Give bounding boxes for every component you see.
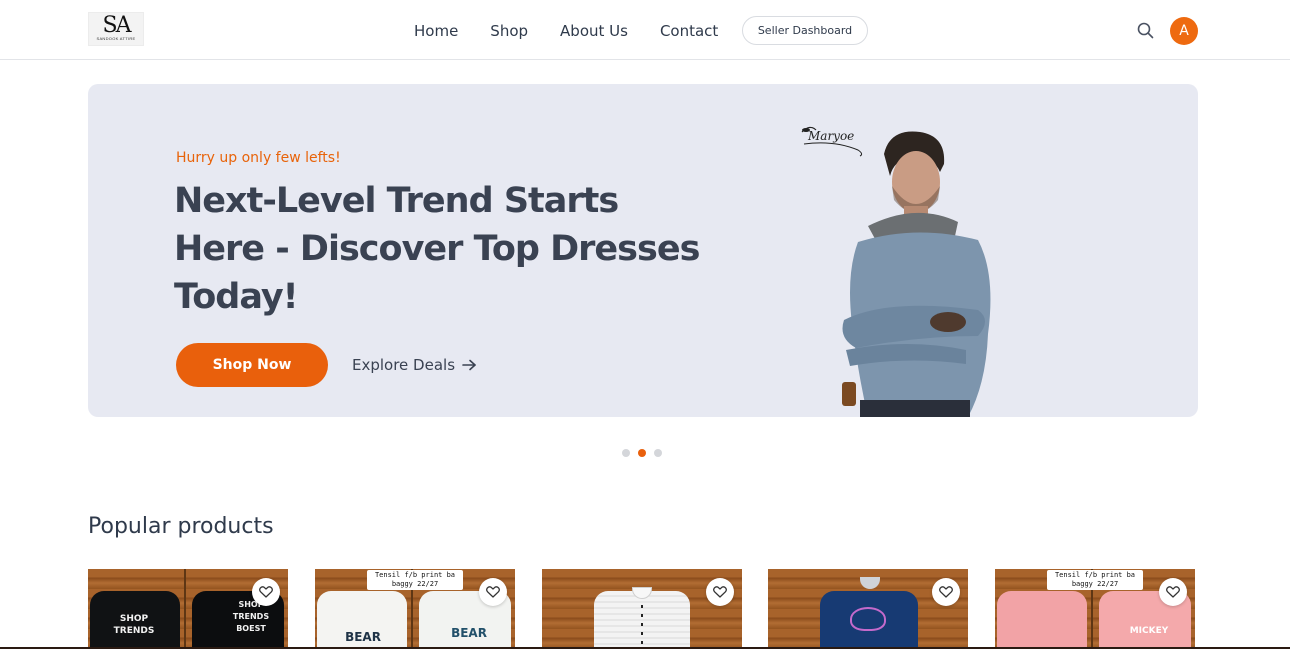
hero-tagline: Hurry up only few lefts! (176, 150, 341, 166)
site-header: SA SANDOOK ATTIRE Home Shop About Us Con… (0, 0, 1290, 60)
heart-icon (939, 586, 953, 598)
hero-title: Next-Level Trend Starts Here - Discover … (174, 181, 700, 317)
seller-dashboard-button[interactable]: Seller Dashboard (742, 16, 868, 45)
heart-icon (486, 586, 500, 598)
shop-now-button[interactable]: Shop Now (176, 343, 328, 387)
explore-deals-link[interactable]: Explore Deals (352, 354, 477, 376)
carousel-dot-3[interactable] (654, 449, 662, 457)
nav-contact[interactable]: Contact (660, 20, 718, 42)
product-card-3[interactable] (542, 569, 742, 649)
product-card-4[interactable] (768, 569, 968, 649)
user-avatar[interactable]: A (1170, 17, 1198, 45)
carousel-dot-1[interactable] (622, 449, 630, 457)
nav-shop[interactable]: Shop (490, 20, 528, 42)
heart-icon (259, 586, 273, 598)
main-nav: Home Shop About Us Contact (414, 20, 750, 42)
favorite-button[interactable] (932, 578, 960, 606)
tshirt-image (997, 591, 1087, 649)
shirt-print: BEAR (345, 630, 381, 644)
nav-home[interactable]: Home (414, 20, 458, 42)
arrow-right-icon (462, 359, 476, 371)
product-image-label: Tensil f/b print ba baggy 22/27 (367, 570, 463, 590)
image-divider (184, 569, 186, 649)
carousel-dots (622, 449, 670, 457)
logo-subtext: SANDOOK ATTIRE (96, 36, 136, 41)
product-card-2[interactable]: Tensil f/b print ba baggy 22/27 BEAR BEA… (315, 569, 515, 649)
shirt-print: BEAR (451, 626, 487, 640)
carousel-dot-2[interactable] (638, 449, 646, 457)
product-card-1[interactable]: SHOP TRENDS SHOP TRENDS BOEST (88, 569, 288, 649)
favorite-button[interactable] (1159, 578, 1187, 606)
heart-icon (1166, 586, 1180, 598)
polo-buttons (641, 605, 643, 649)
hero-model-image (842, 131, 991, 417)
favorite-button[interactable] (479, 578, 507, 606)
heart-icon (713, 586, 727, 598)
shirt-print: MICKEY (1129, 626, 1169, 636)
favorite-button[interactable] (706, 578, 734, 606)
brand-logo[interactable]: SA SANDOOK ATTIRE (88, 12, 144, 46)
explore-deals-label: Explore Deals (352, 356, 456, 374)
product-image-label: Tensil f/b print ba baggy 22/27 (1047, 570, 1143, 590)
search-icon[interactable] (1137, 22, 1154, 39)
shirt-print: SHOP TRENDS (113, 614, 155, 636)
favorite-button[interactable] (252, 578, 280, 606)
shirt-print-graphic (850, 607, 886, 631)
nav-about[interactable]: About Us (560, 20, 628, 42)
logo-mark: SA (102, 13, 132, 38)
popular-products-title: Popular products (88, 514, 274, 539)
product-card-5[interactable]: Tensil f/b print ba baggy 22/27 MICKEY (995, 569, 1195, 649)
hero-banner: Hurry up only few lefts! Next-Level Tren… (88, 84, 1198, 417)
